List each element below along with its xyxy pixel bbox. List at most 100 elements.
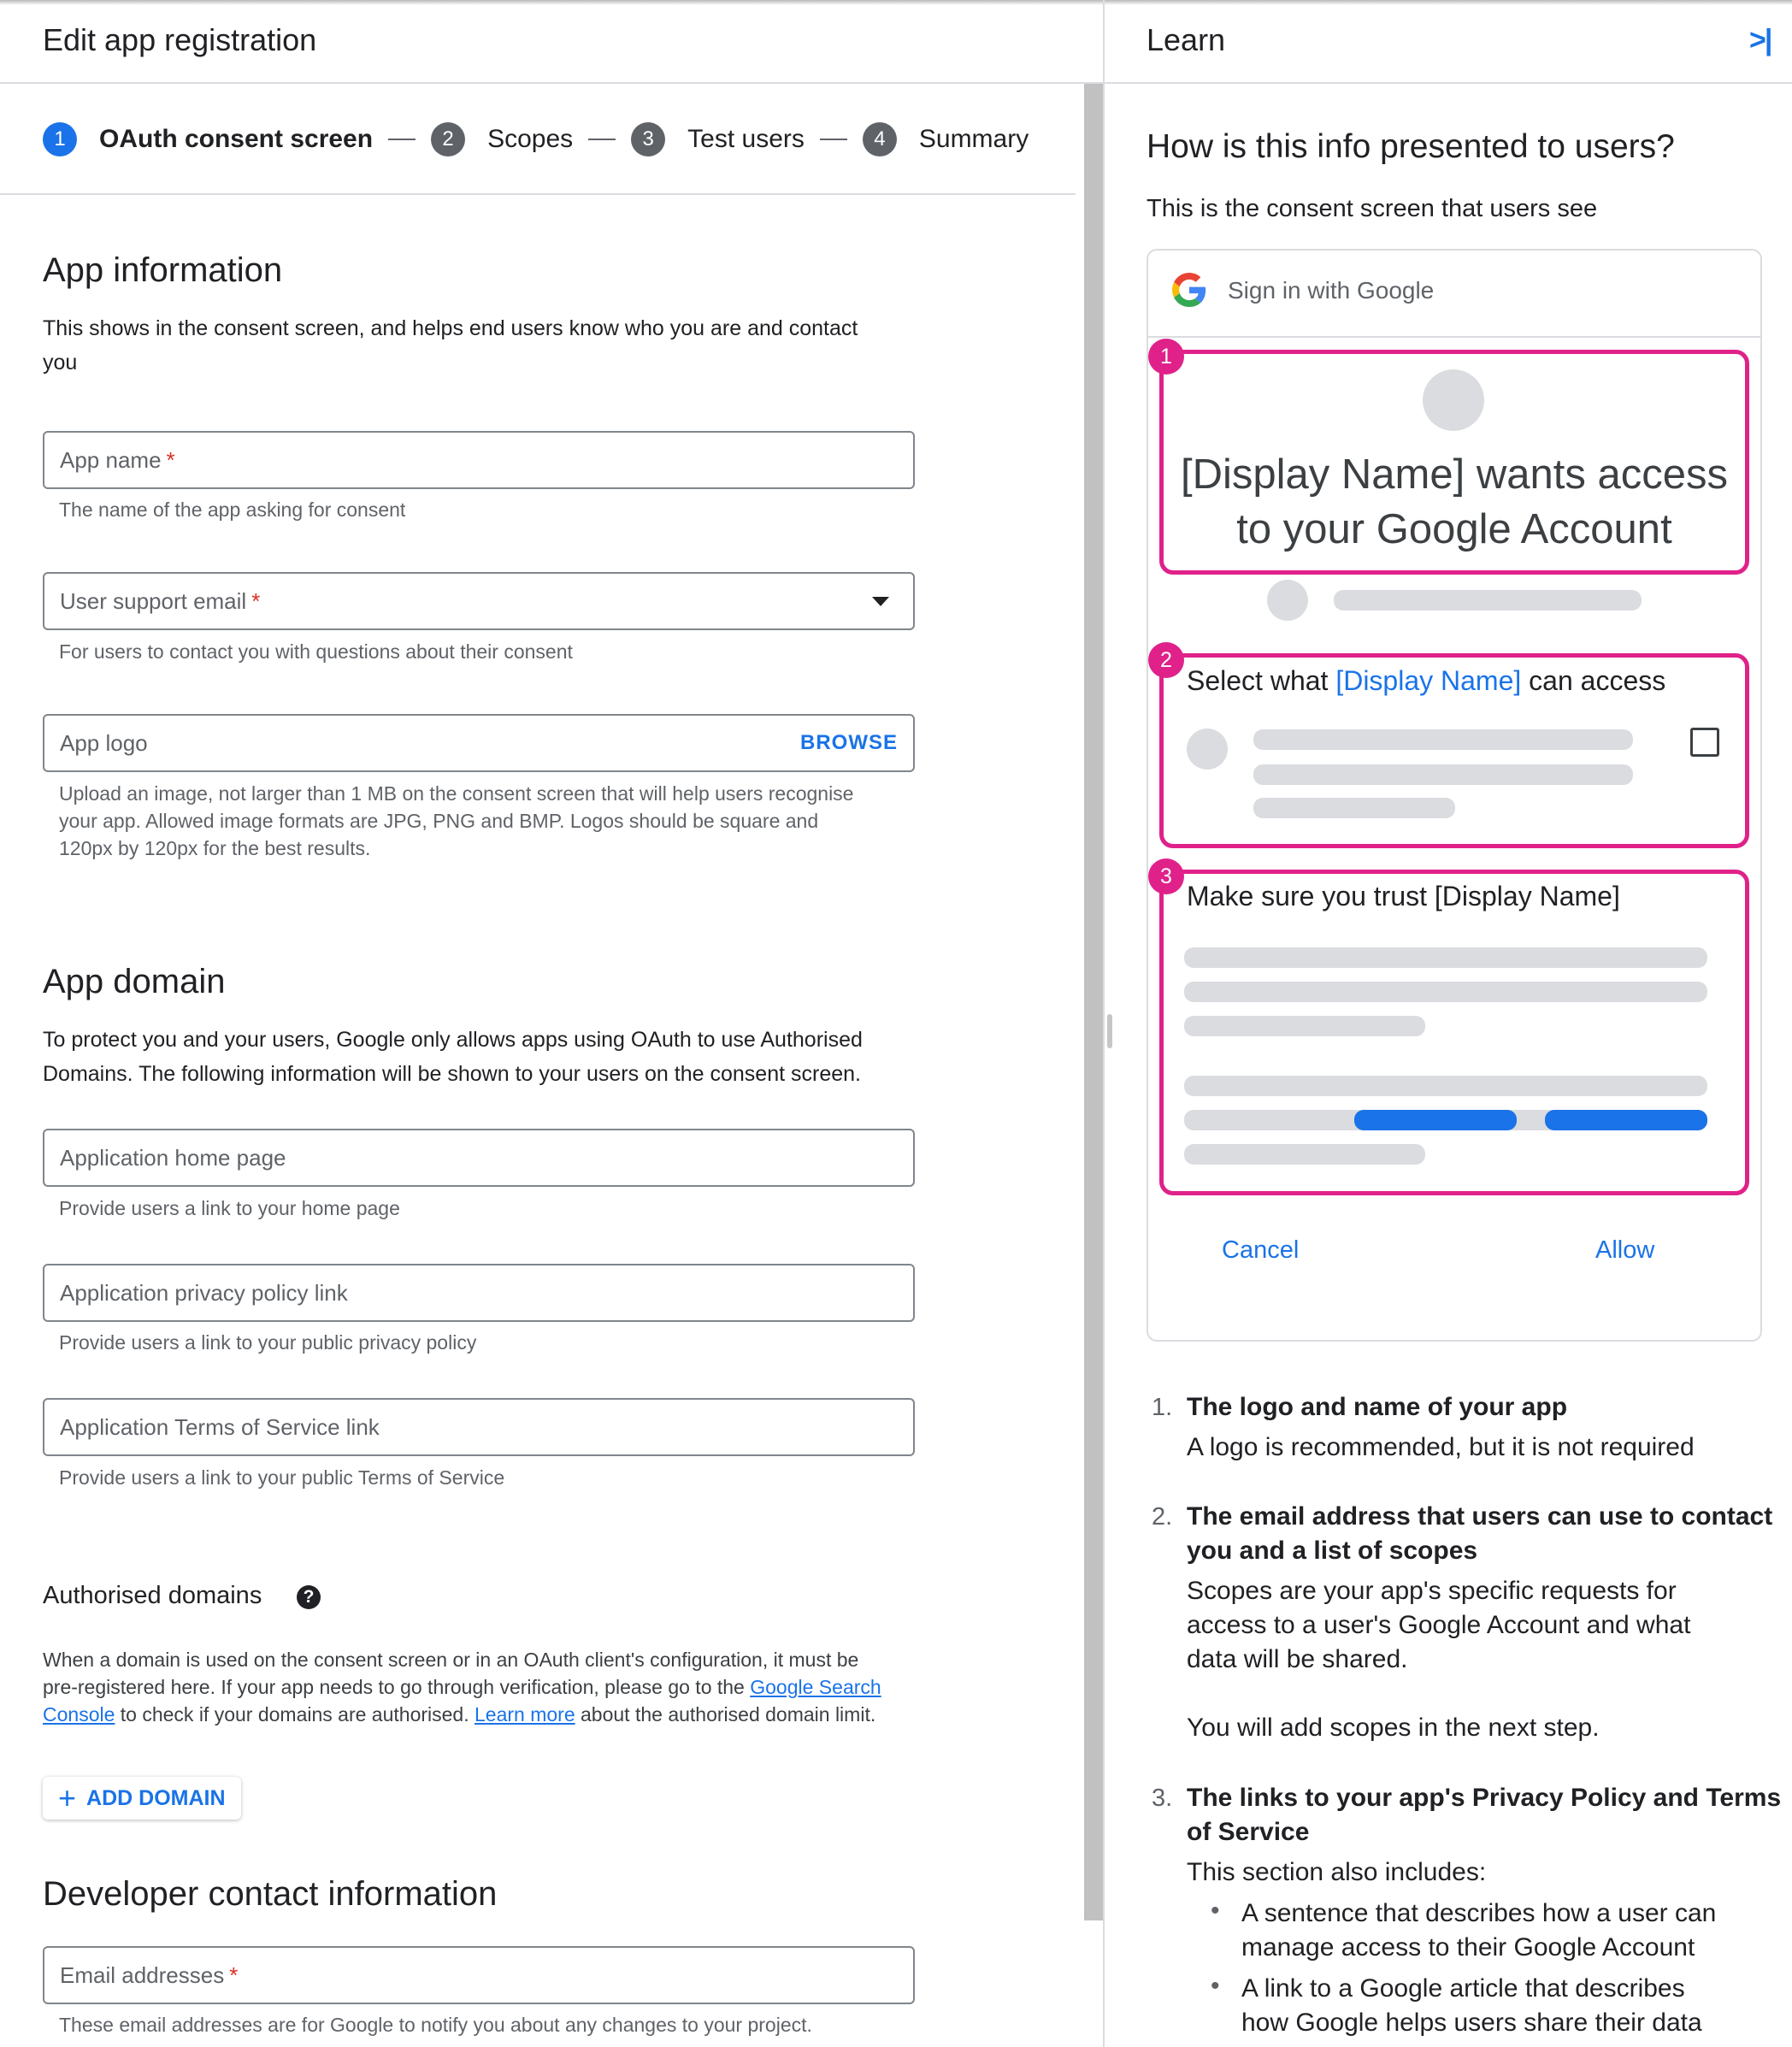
scope-checkbox	[1690, 728, 1719, 757]
scope-text-placeholder	[1253, 729, 1633, 750]
bullet-text: how Google helps users share their data	[1241, 2009, 1702, 2037]
bullet-marker: •	[1211, 1972, 1220, 2000]
step-summary[interactable]: 4 Summary	[862, 122, 1029, 156]
trust-text-placeholder	[1184, 982, 1707, 1002]
application-tos-label: Application Terms of Service link	[60, 1413, 380, 1440]
user-support-email-label-text: User support email	[60, 587, 247, 614]
plus-icon: +	[58, 1780, 77, 1815]
application-tos-input[interactable]: Application Terms of Service link	[43, 1398, 915, 1456]
step-number: 3	[631, 122, 666, 156]
application-home-page-label: Application home page	[60, 1144, 286, 1171]
application-privacy-policy-helper: Provide users a link to your public priv…	[59, 1331, 477, 1354]
authorised-domains-text: about the authorised domain limit.	[581, 1703, 876, 1725]
wants-access-line-2: to your Google Account	[1236, 506, 1672, 552]
list-item-body: Scopes are your app's specific requests …	[1187, 1577, 1677, 1605]
list-item-body: A logo is recommended, but it is not req…	[1187, 1433, 1695, 1461]
app-information-description-line-2: you	[43, 351, 78, 375]
authorised-domains-text: to check if your domains are authorised.	[120, 1703, 469, 1725]
google-logo-icon	[1172, 273, 1206, 307]
collapse-panel-icon[interactable]: >|	[1749, 24, 1772, 57]
step-connector	[388, 139, 416, 140]
add-domain-label: ADD DOMAIN	[86, 1785, 226, 1810]
authorised-domains-text-line-3: Console to check if your domains are aut…	[43, 1701, 875, 1728]
select-access-post: can access	[1529, 665, 1666, 696]
browse-button[interactable]: BROWSE	[800, 731, 898, 755]
bullet-text: A link to a Google article that describe…	[1241, 1974, 1685, 2003]
google-search-console-link[interactable]: Console	[43, 1703, 115, 1725]
select-access-display-name: [Display Name]	[1335, 665, 1522, 696]
wants-access-line-1: [Display Name] wants access	[1181, 451, 1728, 498]
application-privacy-policy-input[interactable]: Application privacy policy link	[43, 1264, 915, 1322]
list-item-body: access to a user's Google Account and wh…	[1187, 1611, 1691, 1639]
section-1-badge: 1	[1148, 339, 1184, 375]
user-support-email-helper: For users to contact you with questions …	[59, 640, 573, 663]
section-2-badge: 2	[1148, 642, 1184, 678]
list-item-title: The logo and name of your app	[1187, 1393, 1568, 1421]
app-logo-placeholder	[1423, 369, 1484, 431]
section-3-badge: 3	[1148, 858, 1184, 894]
app-information-heading: App information	[43, 251, 283, 289]
list-number: 1.	[1152, 1394, 1173, 1421]
help-icon[interactable]: ?	[297, 1585, 321, 1609]
learn-more-link[interactable]: Learn more	[475, 1703, 575, 1725]
list-item-title: you and a list of scopes	[1187, 1537, 1478, 1565]
step-number: 1	[43, 122, 77, 156]
header-divider	[0, 82, 1103, 84]
app-name-label: App name *	[60, 447, 898, 474]
app-name-label-text: App name	[60, 446, 162, 473]
step-oauth-consent[interactable]: 1 OAuth consent screen	[43, 122, 373, 156]
mock-allow-button: Allow	[1595, 1236, 1655, 1264]
stepper-divider	[0, 193, 1076, 195]
stepper: 1 OAuth consent screen 2 Scopes 3 Test u…	[43, 118, 1029, 161]
scrollbar-thumb[interactable]	[1084, 84, 1103, 1920]
step-test-users[interactable]: 3 Test users	[631, 122, 805, 156]
user-support-email-select[interactable]: User support email *	[43, 572, 915, 630]
account-email-placeholder	[1334, 590, 1642, 611]
authorised-domains-text-line-1: When a domain is used on the consent scr…	[43, 1649, 859, 1671]
app-logo-helper-line-3: 120px by 120px for the best results.	[59, 837, 371, 859]
sign-in-with-google-label: Sign in with Google	[1228, 277, 1435, 304]
list-item-body: This section also includes:	[1187, 1858, 1487, 1886]
add-domain-button[interactable]: + ADD DOMAIN	[43, 1777, 241, 1820]
step-label: OAuth consent screen	[99, 125, 374, 153]
google-search-console-link[interactable]: Google Search	[750, 1676, 881, 1698]
application-home-page-helper: Provide users a link to your home page	[59, 1197, 400, 1219]
bullet-marker: •	[1211, 1897, 1220, 1925]
trust-title: Make sure you trust [Display Name]	[1187, 881, 1620, 911]
trust-text-placeholder	[1184, 1016, 1425, 1036]
learn-heading: How is this info presented to users?	[1147, 128, 1675, 165]
trust-text-placeholder	[1184, 1076, 1707, 1096]
application-tos-helper: Provide users a link to your public Term…	[59, 1466, 505, 1489]
app-logo-label: App logo	[60, 729, 148, 756]
application-home-page-input[interactable]: Application home page	[43, 1129, 915, 1187]
app-name-input[interactable]: App name *	[43, 431, 915, 489]
list-number: 3.	[1152, 1784, 1173, 1812]
select-access-pre: Select what	[1187, 665, 1329, 696]
app-logo-helper-line-2: your app. Allowed image formats are JPG,…	[59, 810, 819, 832]
mock-cancel-button: Cancel	[1222, 1236, 1300, 1264]
step-number: 2	[431, 122, 466, 156]
list-item-title: The email address that users can use to …	[1187, 1502, 1773, 1531]
application-privacy-policy-label: Application privacy policy link	[60, 1279, 348, 1306]
authorised-domains-heading: Authorised domains	[43, 1582, 262, 1609]
email-addresses-input[interactable]: Email addresses *	[43, 1946, 915, 2004]
authorised-domains-text: pre-registered here. If your app needs t…	[43, 1676, 745, 1698]
list-number: 2.	[1152, 1503, 1173, 1531]
bullet-text: manage access to their Google Account	[1241, 1933, 1695, 1961]
step-connector	[819, 139, 847, 140]
step-scopes[interactable]: 2 Scopes	[431, 122, 573, 156]
app-logo-input[interactable]: App logo BROWSE	[43, 714, 915, 772]
app-name-helper: The name of the app asking for consent	[59, 498, 406, 521]
dropdown-arrow-icon	[872, 596, 889, 606]
step-label: Test users	[687, 125, 805, 153]
step-connector	[588, 139, 616, 140]
authorised-domains-text-line-2: pre-registered here. If your app needs t…	[43, 1673, 881, 1701]
app-logo-helper-line-1: Upload an image, not larger than 1 MB on…	[59, 782, 854, 805]
learn-panel-title: Learn	[1147, 22, 1226, 57]
learn-header-divider	[1105, 82, 1792, 84]
email-addresses-label-text: Email addresses	[60, 1961, 225, 1988]
app-information-description-line-1: This shows in the consent screen, and he…	[43, 316, 858, 340]
learn-subheading: This is the consent screen that users se…	[1147, 195, 1598, 222]
required-marker: *	[229, 1961, 239, 1988]
bullet-text: A sentence that describes how a user can	[1241, 1899, 1717, 1927]
